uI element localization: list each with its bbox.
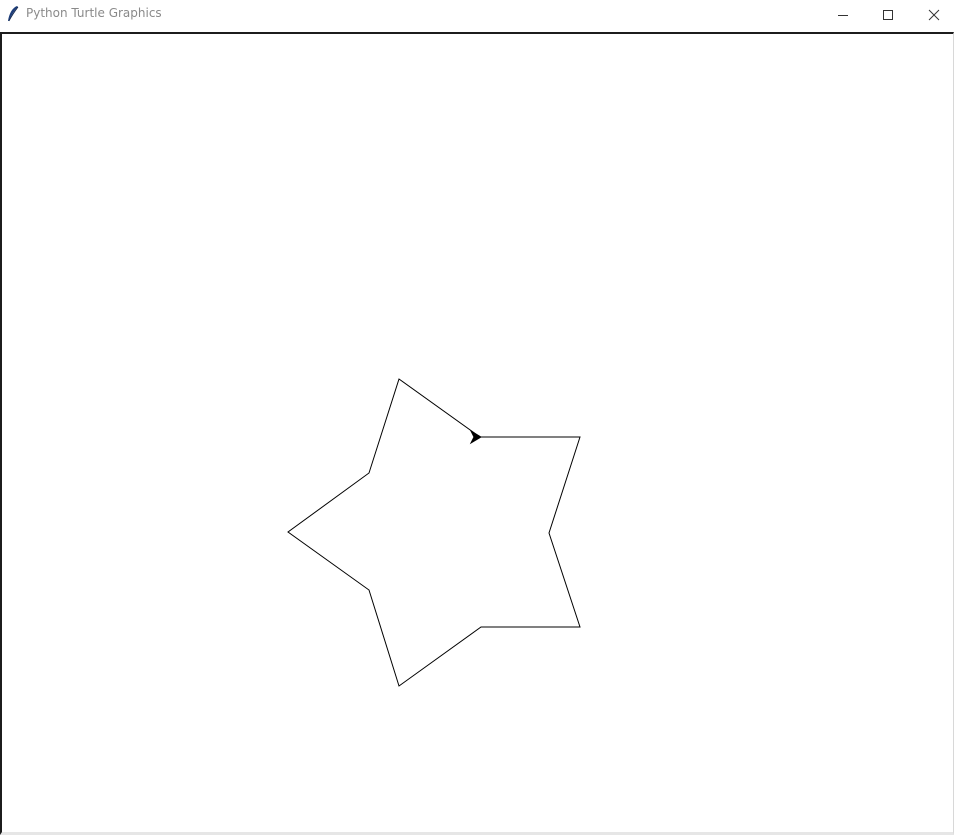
turtle-window: Python Turtle Graphics	[0, 0, 955, 838]
star-outline	[287, 378, 581, 687]
turtle-cursor-icon	[469, 429, 482, 445]
drawing-layer	[287, 378, 581, 687]
